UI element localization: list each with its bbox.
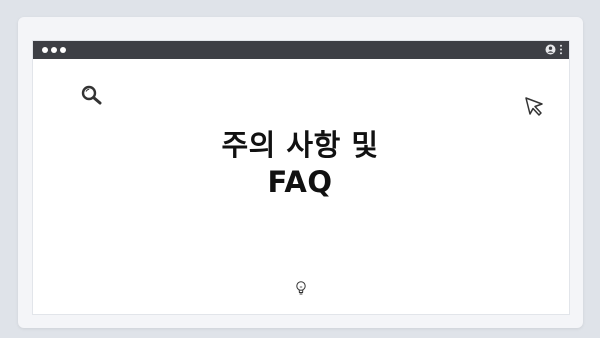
user-icon[interactable] xyxy=(545,44,556,55)
title-line-1: 주의 사항 및 xyxy=(221,128,379,162)
window-controls xyxy=(42,47,66,53)
search-icon[interactable] xyxy=(80,84,106,110)
title-line-2: FAQ xyxy=(267,165,333,199)
titlebar-actions xyxy=(545,44,563,55)
page-title: 주의 사항 및 FAQ xyxy=(0,127,600,201)
window-dot-icon[interactable] xyxy=(42,47,48,53)
cursor-pointer-icon xyxy=(524,96,546,122)
window-dot-icon[interactable] xyxy=(60,47,66,53)
kebab-menu-icon[interactable] xyxy=(559,44,563,55)
lightbulb-icon xyxy=(295,280,307,300)
window-titlebar xyxy=(33,41,569,59)
window-dot-icon[interactable] xyxy=(51,47,57,53)
